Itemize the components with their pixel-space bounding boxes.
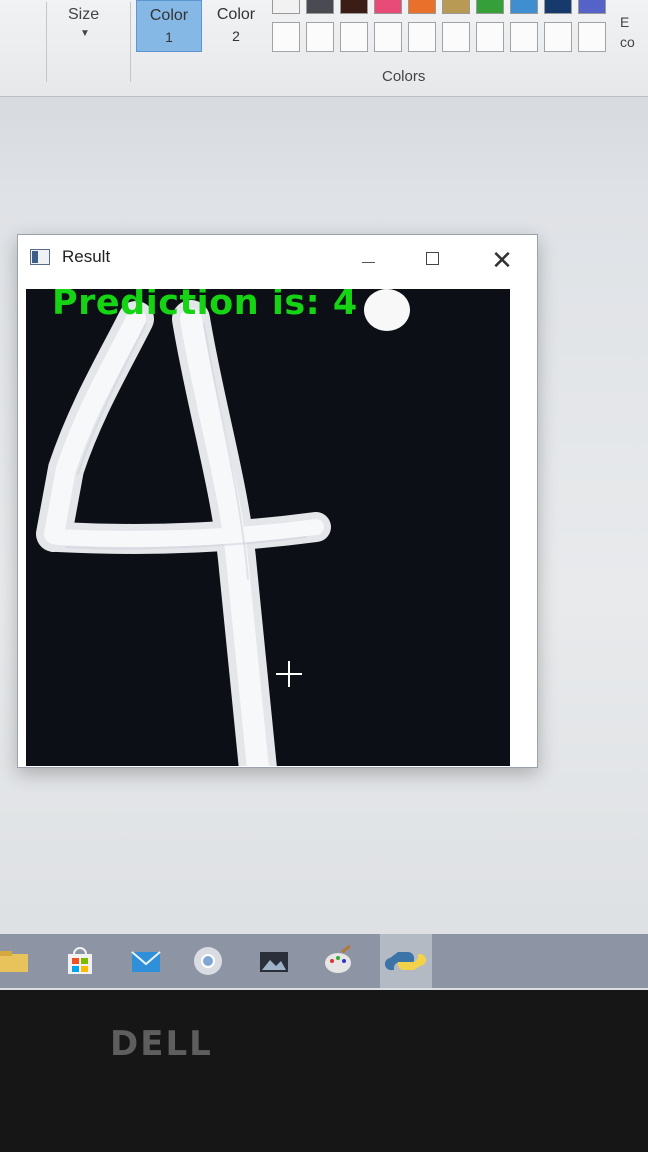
color2-number: 2 bbox=[232, 28, 240, 44]
color-palette bbox=[272, 0, 622, 62]
minimize-icon bbox=[361, 262, 375, 263]
palette-swatch[interactable] bbox=[442, 0, 470, 14]
file-explorer-icon[interactable] bbox=[0, 942, 34, 980]
chevron-down-icon: ▼ bbox=[80, 28, 90, 39]
palette-swatch-empty[interactable] bbox=[442, 22, 470, 52]
palette-swatch-empty[interactable] bbox=[578, 22, 606, 52]
paint-icon[interactable] bbox=[318, 942, 358, 980]
crosshair-cursor-icon bbox=[276, 661, 302, 687]
chrome-icon[interactable] bbox=[188, 942, 228, 980]
ribbon-separator bbox=[130, 2, 131, 82]
palette-swatch-empty[interactable] bbox=[340, 22, 368, 52]
palette-swatch[interactable] bbox=[340, 0, 368, 14]
maximize-icon bbox=[425, 252, 439, 265]
screen: Size ▼ Color 1 Color 2 Colors E co Resul… bbox=[0, 0, 648, 990]
palette-swatch-empty[interactable] bbox=[510, 22, 538, 52]
palette-swatch-empty[interactable] bbox=[374, 22, 402, 52]
color2-button[interactable]: Color 2 bbox=[206, 0, 266, 52]
palette-swatch-empty[interactable] bbox=[544, 22, 572, 52]
palette-swatch[interactable] bbox=[544, 0, 572, 14]
palette-swatch-empty[interactable] bbox=[272, 22, 300, 52]
palette-swatch[interactable] bbox=[510, 0, 538, 14]
size-label: Size bbox=[68, 6, 100, 23]
handwritten-digit bbox=[36, 300, 331, 766]
window-title: Result bbox=[62, 247, 111, 266]
close-button[interactable]: ✕ bbox=[482, 243, 522, 277]
photos-icon[interactable] bbox=[254, 942, 294, 980]
palette-swatch[interactable] bbox=[272, 0, 300, 14]
paint-ribbon: Size ▼ Color 1 Color 2 Colors E co bbox=[0, 0, 648, 97]
edit-colors-label-line1: E bbox=[620, 14, 630, 30]
color1-label: Color bbox=[149, 7, 189, 24]
window-titlebar[interactable]: Result ✕ bbox=[18, 235, 537, 285]
size-button[interactable]: Size ▼ bbox=[50, 0, 120, 82]
colors-group-label: Colors bbox=[382, 68, 426, 85]
edit-colors-label-line2: co bbox=[620, 34, 635, 50]
palette-swatch-empty[interactable] bbox=[306, 22, 334, 52]
minimize-button[interactable] bbox=[348, 243, 388, 277]
result-window[interactable]: Result ✕ Prediction is: 4 bbox=[17, 234, 538, 768]
palette-swatch[interactable] bbox=[306, 0, 334, 14]
drawing-canvas[interactable]: Prediction is: 4 bbox=[26, 289, 510, 766]
window-app-icon bbox=[30, 249, 50, 265]
palette-swatch[interactable] bbox=[408, 0, 436, 14]
brush-cursor-dot bbox=[364, 289, 410, 331]
mail-icon[interactable] bbox=[126, 942, 166, 980]
python-icon[interactable] bbox=[380, 934, 432, 988]
dell-logo: DELL bbox=[110, 1024, 213, 1064]
store-icon[interactable] bbox=[60, 942, 100, 980]
color1-number: 1 bbox=[165, 29, 173, 45]
close-icon: ✕ bbox=[491, 245, 513, 275]
taskbar bbox=[0, 934, 648, 988]
palette-swatch[interactable] bbox=[578, 0, 606, 14]
ribbon-separator bbox=[46, 2, 47, 82]
palette-swatch[interactable] bbox=[476, 0, 504, 14]
prediction-label: Prediction is: 4 bbox=[52, 289, 358, 323]
palette-swatch-empty[interactable] bbox=[408, 22, 436, 52]
palette-swatch[interactable] bbox=[374, 0, 402, 14]
color1-button[interactable]: Color 1 bbox=[136, 0, 202, 52]
color2-label: Color bbox=[216, 6, 256, 23]
palette-swatch-empty[interactable] bbox=[476, 22, 504, 52]
edit-colors-button[interactable]: E co bbox=[620, 12, 648, 56]
maximize-button[interactable] bbox=[412, 243, 452, 277]
